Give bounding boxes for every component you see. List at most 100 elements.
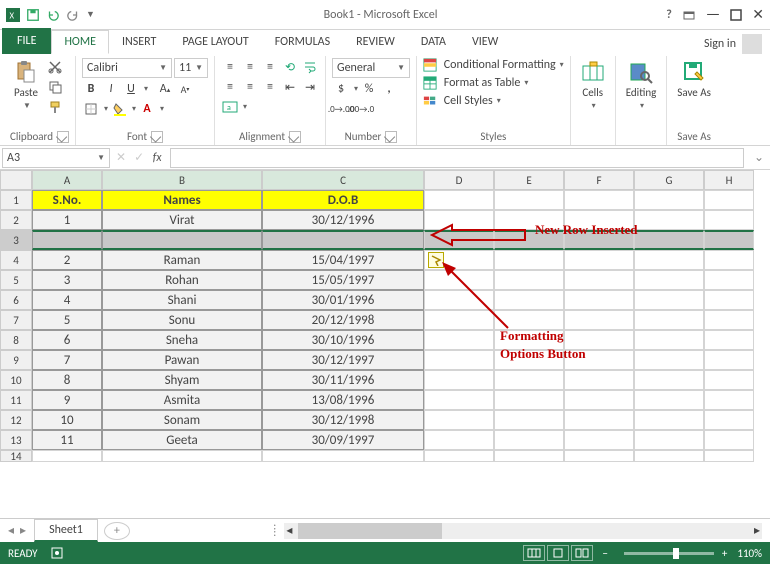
row-header[interactable]: 3 (0, 230, 32, 250)
merge-center-icon[interactable]: a (221, 98, 239, 116)
cell[interactable] (262, 230, 424, 250)
minimize-icon[interactable]: — (706, 5, 720, 24)
copy-icon[interactable] (46, 78, 64, 96)
col-header-C[interactable]: C (262, 170, 424, 190)
alignment-launcher[interactable] (289, 131, 301, 143)
comma-icon[interactable]: , (380, 80, 398, 98)
cell[interactable] (564, 230, 634, 250)
cancel-formula-icon[interactable]: ✕ (112, 150, 130, 165)
cell[interactable] (704, 450, 754, 462)
cell[interactable] (704, 190, 754, 210)
name-box[interactable]: A3▼ (2, 148, 110, 168)
cell[interactable] (634, 230, 704, 250)
cell[interactable]: 1 (32, 210, 102, 230)
zoom-in-button[interactable]: + (722, 547, 727, 560)
cell[interactable]: 30/12/1998 (262, 410, 424, 430)
cell[interactable] (634, 210, 704, 230)
close-icon[interactable]: ✕ (752, 6, 764, 23)
orientation-icon[interactable]: ⟲ (281, 58, 299, 76)
cell[interactable]: Rohan (102, 270, 262, 290)
cell[interactable] (424, 390, 494, 410)
cell[interactable] (634, 370, 704, 390)
cell[interactable] (634, 350, 704, 370)
row-header[interactable]: 9 (0, 350, 32, 370)
cell[interactable] (704, 230, 754, 250)
percent-icon[interactable]: % (360, 80, 378, 98)
scroll-left-icon[interactable]: ◂ (286, 523, 292, 538)
cell[interactable]: 15/05/1997 (262, 270, 424, 290)
cell[interactable]: Names (102, 190, 262, 210)
borders-icon[interactable] (82, 100, 100, 118)
increase-indent-icon[interactable]: ⇥ (301, 78, 319, 96)
cell[interactable] (634, 290, 704, 310)
cell[interactable] (564, 210, 634, 230)
cell[interactable] (704, 370, 754, 390)
cell[interactable]: Sonam (102, 410, 262, 430)
cell[interactable]: 9 (32, 390, 102, 410)
editing-button[interactable]: Editing▾ (622, 58, 661, 113)
undo-icon[interactable] (46, 8, 60, 22)
align-center-icon[interactable]: ≡ (241, 78, 259, 96)
tab-insert[interactable]: INSERT (109, 30, 169, 54)
cell[interactable] (424, 350, 494, 370)
tab-review[interactable]: REVIEW (343, 30, 408, 54)
row-header[interactable]: 11 (0, 390, 32, 410)
cell[interactable] (634, 190, 704, 210)
cell[interactable] (424, 370, 494, 390)
cell[interactable] (564, 270, 634, 290)
cell[interactable] (32, 450, 102, 462)
zoom-slider[interactable] (624, 552, 714, 555)
align-bottom-icon[interactable]: ≡ (261, 58, 279, 76)
row-header[interactable]: 13 (0, 430, 32, 450)
fx-icon[interactable]: fx (148, 151, 166, 165)
decrease-indent-icon[interactable]: ⇤ (281, 78, 299, 96)
zoom-level[interactable]: 110% (737, 547, 762, 560)
font-launcher[interactable] (151, 131, 163, 143)
font-size-select[interactable]: 11▼ (174, 58, 208, 78)
format-painter-icon[interactable] (46, 98, 64, 116)
cell[interactable] (102, 230, 262, 250)
cell[interactable] (494, 410, 564, 430)
cell[interactable]: S.No. (32, 190, 102, 210)
maximize-icon[interactable] (730, 9, 742, 21)
cell[interactable] (32, 230, 102, 250)
sheet-nav-next-icon[interactable]: ▸ (20, 523, 26, 538)
cell[interactable]: Geeta (102, 430, 262, 450)
cell[interactable]: 30/12/1996 (262, 210, 424, 230)
macro-record-icon[interactable] (50, 546, 64, 560)
sheet-nav-prev-icon[interactable]: ◂ (8, 523, 14, 538)
cell[interactable] (564, 290, 634, 310)
cell[interactable] (102, 450, 262, 462)
col-header-D[interactable]: D (424, 170, 494, 190)
cell[interactable] (634, 270, 704, 290)
sheet-tab[interactable]: Sheet1 (34, 519, 98, 542)
decrease-font-icon[interactable]: A▾ (176, 80, 194, 98)
cell[interactable]: Virat (102, 210, 262, 230)
row-header[interactable]: 6 (0, 290, 32, 310)
help-icon[interactable]: ? (666, 8, 672, 22)
cell[interactable] (634, 330, 704, 350)
cell[interactable]: 13/08/1996 (262, 390, 424, 410)
font-name-select[interactable]: Calibri▼ (82, 58, 172, 78)
col-header-H[interactable]: H (704, 170, 754, 190)
cell-styles-button[interactable]: Cell Styles▾ (423, 94, 501, 108)
font-color-icon[interactable]: A (138, 100, 156, 118)
bold-button[interactable]: B (82, 80, 100, 98)
number-format-select[interactable]: General▼ (332, 58, 410, 78)
cell[interactable]: 11 (32, 430, 102, 450)
cell[interactable]: 4 (32, 290, 102, 310)
increase-font-icon[interactable]: A▴ (156, 80, 174, 98)
cell[interactable] (704, 310, 754, 330)
cell[interactable]: 30/01/1996 (262, 290, 424, 310)
expand-formula-icon[interactable]: ⌄ (748, 150, 770, 165)
align-top-icon[interactable]: ≡ (221, 58, 239, 76)
wrap-text-icon[interactable] (301, 58, 319, 76)
cell[interactable]: 30/09/1997 (262, 430, 424, 450)
cut-icon[interactable] (46, 58, 64, 76)
cell[interactable]: 3 (32, 270, 102, 290)
cell[interactable] (564, 370, 634, 390)
cell[interactable]: Shyam (102, 370, 262, 390)
cell[interactable] (494, 370, 564, 390)
cell[interactable]: 15/04/1997 (262, 250, 424, 270)
cell[interactable]: 7 (32, 350, 102, 370)
